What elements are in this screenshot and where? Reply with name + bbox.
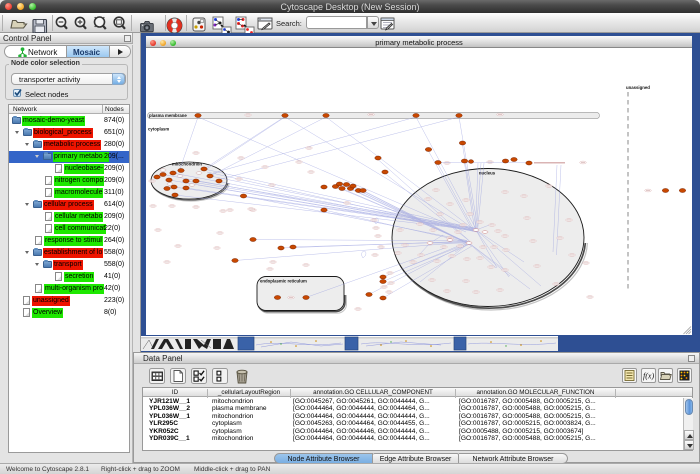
svg-text:unassigned: unassigned bbox=[626, 85, 650, 90]
svg-text:plasma membrane: plasma membrane bbox=[149, 113, 187, 118]
svg-text:mitochondrion: mitochondrion bbox=[172, 162, 202, 167]
svg-text:endoplasmic reticulum: endoplasmic reticulum bbox=[260, 279, 307, 284]
svg-text:cytoplasm: cytoplasm bbox=[148, 127, 169, 132]
svg-text:f(x): f(x) bbox=[643, 372, 654, 381]
svg-text:nucleus: nucleus bbox=[479, 171, 496, 176]
